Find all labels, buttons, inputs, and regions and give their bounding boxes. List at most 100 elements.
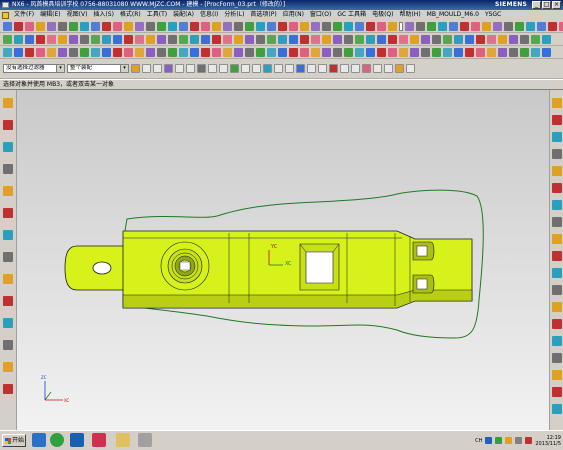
side-tool-icon[interactable] (552, 251, 562, 261)
navigator-tab-icon[interactable] (3, 340, 13, 350)
toolbar-tool-icon[interactable] (69, 47, 78, 57)
graphics-window[interactable]: XC YC XC ZC (17, 90, 549, 430)
toolbar-tool-icon[interactable] (223, 34, 232, 44)
toolbar-tool-icon[interactable] (322, 34, 331, 44)
toolbar-tool-icon[interactable] (146, 34, 155, 44)
toolbar-tool-icon[interactable] (355, 34, 364, 44)
toolbar-tool-icon[interactable] (3, 34, 12, 44)
toolbar-tool-icon[interactable] (201, 21, 210, 31)
toolbar-tool-icon[interactable] (58, 21, 67, 31)
toolbar-tool-icon[interactable] (25, 21, 34, 31)
toolbar-tool-icon[interactable] (333, 34, 342, 44)
toolbar-tool-icon[interactable] (300, 21, 309, 31)
side-tool-icon[interactable] (552, 183, 562, 193)
clock[interactable]: 12:19 2013/11/5 (535, 435, 561, 447)
menu-edit[interactable]: 编辑(E) (37, 10, 63, 20)
toolbar-tool-icon[interactable] (454, 47, 463, 57)
toolbar-tool-icon[interactable] (201, 47, 210, 57)
toolbar-tool-icon[interactable] (509, 47, 518, 57)
menu-insert[interactable]: 插入(S) (90, 10, 117, 20)
toolbar-tool-icon[interactable] (289, 21, 298, 31)
toolbar-tool-icon[interactable] (25, 34, 34, 44)
menu-ysgc[interactable]: YSGC (482, 10, 504, 20)
side-tool-icon[interactable] (552, 404, 562, 414)
toolbar-tool-icon[interactable] (113, 47, 122, 57)
toolbar-tool-icon[interactable] (410, 34, 419, 44)
navigator-tab-icon[interactable] (3, 362, 13, 372)
toolbar-tool-icon[interactable] (333, 47, 342, 57)
menu-help[interactable]: 帮助(H) (396, 10, 423, 20)
toolbar-tool-icon[interactable] (311, 21, 320, 31)
toolbar-tool-icon[interactable] (278, 21, 287, 31)
maximize-button[interactable]: □ (542, 1, 551, 9)
snap-point-icon[interactable] (285, 64, 294, 73)
toolbar-tool-icon[interactable] (344, 21, 353, 31)
side-tool-icon[interactable] (552, 353, 562, 363)
toolbar-tool-icon[interactable] (124, 21, 133, 31)
toolbar-tool-icon[interactable] (80, 34, 89, 44)
toolbar-tool-icon[interactable] (300, 47, 309, 57)
toolbar-tool-icon[interactable] (399, 34, 408, 44)
toolbar-tool-icon[interactable] (113, 34, 122, 44)
chevron-down-icon[interactable]: ▾ (56, 65, 64, 72)
toolbar-tool-icon[interactable] (278, 34, 287, 44)
toolbar-tool-icon[interactable] (311, 47, 320, 57)
toolbar-tool-icon[interactable] (102, 21, 111, 31)
toolbar-tool-icon[interactable] (223, 21, 232, 31)
snap-point-icon[interactable] (395, 64, 404, 73)
side-tool-icon[interactable] (552, 285, 562, 295)
toolbar-tool-icon[interactable] (179, 21, 188, 31)
document-icon[interactable] (2, 11, 9, 19)
toolbar-tool-icon[interactable] (449, 21, 458, 31)
menu-format[interactable]: 格式(R) (117, 10, 144, 20)
snap-point-icon[interactable] (274, 64, 283, 73)
toolbar-tool-icon[interactable] (179, 34, 188, 44)
toolbar-tool-icon[interactable] (168, 21, 177, 31)
side-tool-icon[interactable] (552, 115, 562, 125)
toolbar-tool-icon[interactable] (36, 34, 45, 44)
toolbar-tool-icon[interactable] (69, 34, 78, 44)
snap-point-icon[interactable] (318, 64, 327, 73)
snap-point-icon[interactable] (164, 64, 173, 73)
toolbar-tool-icon[interactable] (487, 34, 496, 44)
toolbar-tool-icon[interactable] (421, 47, 430, 57)
toolbar-tool-icon[interactable] (388, 21, 397, 31)
model-canvas[interactable]: XC YC XC ZC (17, 90, 549, 430)
toolbar-tool-icon[interactable] (438, 21, 447, 31)
toolbar-tool-icon[interactable] (124, 47, 133, 57)
menu-window[interactable]: 窗口(O) (307, 10, 334, 20)
side-tool-icon[interactable] (552, 98, 562, 108)
toolbar-tool-icon[interactable] (366, 34, 375, 44)
toolbar-tool-icon[interactable] (542, 47, 551, 57)
navigator-tab-icon[interactable] (3, 120, 13, 130)
rect-window-feature[interactable] (299, 243, 340, 291)
toolbar-tool-icon[interactable] (234, 47, 243, 57)
side-tool-icon[interactable] (552, 387, 562, 397)
menu-analysis[interactable]: 分析(L) (221, 10, 247, 20)
toolbar-tool-icon[interactable] (377, 34, 386, 44)
snap-point-icon[interactable] (263, 64, 272, 73)
snap-point-icon[interactable] (219, 64, 228, 73)
snap-point-icon[interactable] (384, 64, 393, 73)
toolbar-tool-icon[interactable] (102, 47, 111, 57)
side-tool-icon[interactable] (552, 234, 562, 244)
toolbar-tool-icon[interactable] (498, 47, 507, 57)
snap-point-icon[interactable] (373, 64, 382, 73)
toolbar-tool-icon[interactable] (256, 21, 265, 31)
menu-information[interactable]: 信息(I) (197, 10, 221, 20)
toolbar-tool-icon[interactable] (388, 34, 397, 44)
snap-point-icon[interactable] (362, 64, 371, 73)
toolbar-tool-icon[interactable] (432, 34, 441, 44)
toolbar-tool-icon[interactable] (91, 47, 100, 57)
snap-point-icon[interactable] (208, 64, 217, 73)
navigator-tab-icon[interactable] (3, 296, 13, 306)
quicklaunch-tool-icon[interactable] (138, 433, 152, 447)
toolbar-tool-icon[interactable] (289, 47, 298, 57)
toolbar-tool-icon[interactable] (267, 47, 276, 57)
toolbar-tool-icon[interactable] (542, 34, 551, 44)
snap-point-icon[interactable] (186, 64, 195, 73)
menu-view[interactable]: 视图(V) (64, 10, 91, 20)
navigator-tab-icon[interactable] (3, 142, 13, 152)
quicklaunch-browser-icon[interactable] (50, 433, 64, 447)
toolbar-tool-icon[interactable] (146, 21, 155, 31)
